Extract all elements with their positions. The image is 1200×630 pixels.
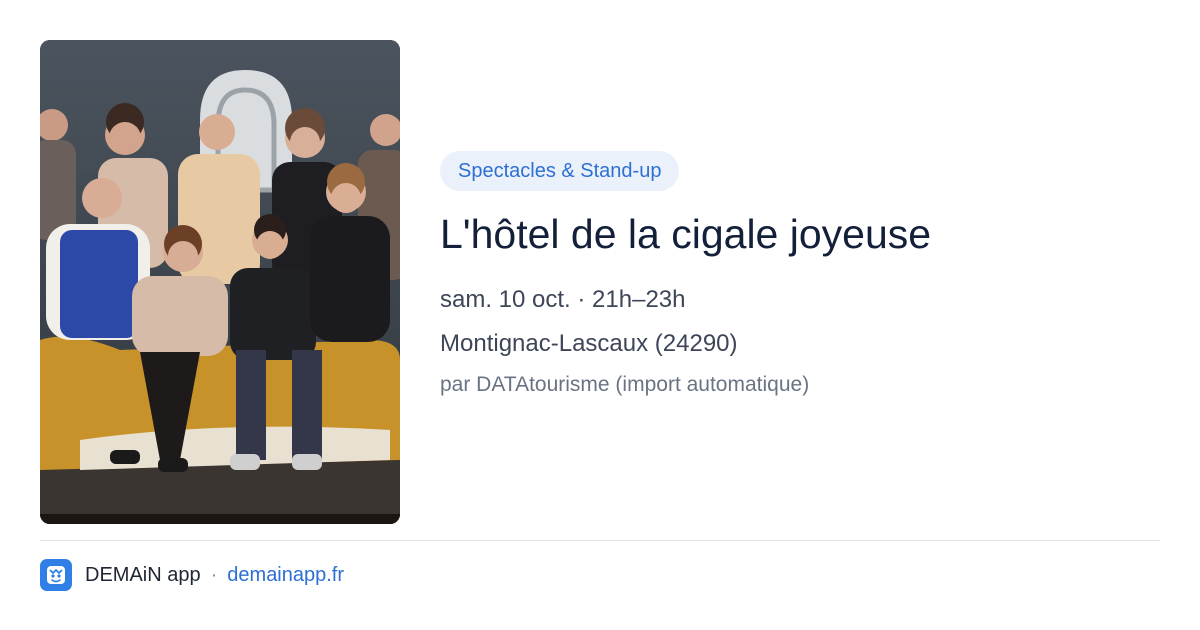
event-info: Spectacles & Stand-up L'hôtel de la ciga… [440,151,1160,399]
category-chip[interactable]: Spectacles & Stand-up [440,151,680,191]
footer-separator: · [210,563,218,586]
troupe-group-photo [40,40,400,524]
app-domain-link[interactable]: demainapp.fr [227,564,344,587]
event-location: Montignac-Lascaux (24290) [440,330,738,357]
event-title[interactable]: L'hôtel de la cigale joyeuse [440,209,1160,259]
footer: DEMAiN app · demainapp.fr [40,558,344,592]
demain-app-logo-icon [40,559,72,591]
event-photo [40,40,400,524]
event-datetime: sam. 10 oct. · 21h–23h [440,286,686,313]
footer-divider [40,540,1160,541]
event-source: par DATAtourisme (import automatique) [440,373,810,396]
app-name: DEMAiN app [85,563,201,586]
